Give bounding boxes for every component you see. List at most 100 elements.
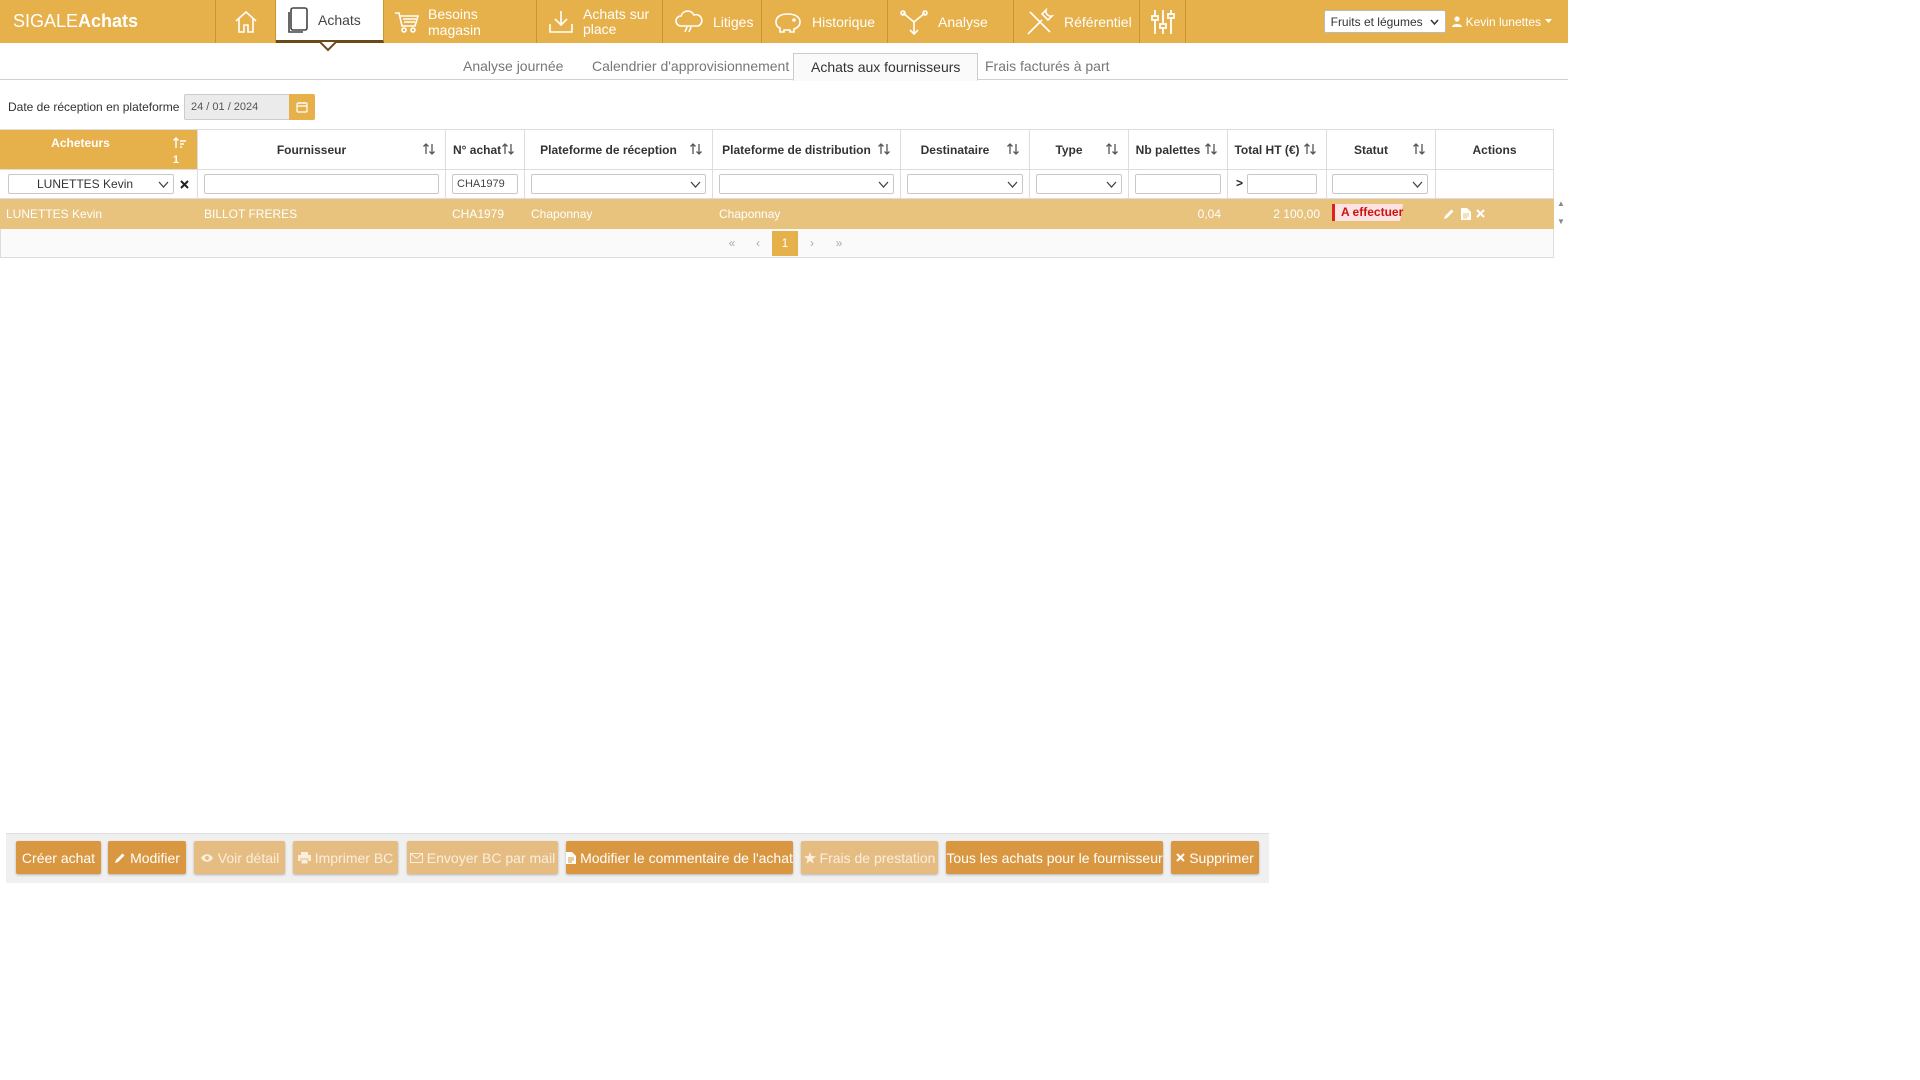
- sub-tabs: Analyse journée Calendrier d'approvision…: [0, 53, 1568, 81]
- filter-cell-statut: [1327, 170, 1436, 199]
- page-prev-button[interactable]: ‹: [745, 231, 771, 256]
- page-current-button[interactable]: 1: [772, 231, 798, 256]
- nav-litiges-label: Litiges: [713, 13, 754, 30]
- top-navigation: SIGALE Achats Achats Besoins magasin Acha…: [0, 0, 1568, 52]
- nav-achats-label: Achats: [318, 12, 361, 28]
- table-row[interactable]: LUNETTES Kevin BILLOT FRERES CHA1979 Cha…: [0, 199, 1554, 229]
- view-detail-label: Voir détail: [217, 849, 280, 866]
- nav-referentiel[interactable]: Référentiel: [1014, 0, 1140, 43]
- cell-purchase-no: CHA1979: [452, 207, 505, 221]
- page-first-button[interactable]: «: [719, 231, 745, 256]
- all-supplier-purchases-button[interactable]: Tous les achats pour le fournisseur: [946, 841, 1163, 874]
- header-numero-achat[interactable]: N° achat: [446, 129, 525, 170]
- header-plateforme-distribution[interactable]: Plateforme de distribution: [713, 129, 901, 170]
- delete-icon[interactable]: [1476, 209, 1485, 218]
- service-fees-label: Frais de prestation: [819, 849, 936, 866]
- app-brand[interactable]: SIGALE Achats: [0, 0, 216, 43]
- tab-achats-fournisseurs[interactable]: Achats aux fournisseurs: [793, 53, 979, 81]
- header-plateforme-distribution-label: Plateforme de distribution: [722, 143, 871, 157]
- clear-filter-icon[interactable]: [180, 180, 189, 189]
- nav-achats[interactable]: Achats: [276, 0, 384, 52]
- filter-cell-total-ht: >: [1228, 170, 1327, 199]
- filter-cell-destinataire: [901, 170, 1030, 199]
- tab-calendrier-approvisionnement[interactable]: Calendrier d'approvisionnement: [575, 53, 806, 80]
- header-fournisseur[interactable]: Fournisseur: [198, 129, 446, 170]
- nav-besoins-magasin[interactable]: Besoins magasin: [384, 0, 537, 43]
- cloud-storm-icon: [675, 9, 703, 32]
- scroll-down-icon[interactable]: ▼: [1554, 217, 1568, 227]
- page-last-button[interactable]: »: [826, 231, 852, 256]
- date-reception-input[interactable]: 24 / 01 / 2024: [184, 94, 289, 120]
- filter-total-operator[interactable]: >: [1236, 176, 1243, 190]
- sort-icon: [878, 143, 890, 155]
- nav-home[interactable]: [216, 0, 276, 43]
- sort-icon: [690, 143, 702, 155]
- filter-type-select[interactable]: [1036, 174, 1122, 194]
- analysis-arrows-icon: [900, 9, 928, 35]
- filter-purchase-no-input[interactable]: CHA1979: [452, 174, 518, 194]
- filter-cell-nb-palettes: [1129, 170, 1228, 199]
- nav-litiges[interactable]: Litiges: [663, 0, 762, 43]
- delete-button[interactable]: Supprimer: [1171, 841, 1259, 874]
- filter-distribution-select[interactable]: [719, 174, 894, 194]
- filter-supplier-input[interactable]: [204, 174, 439, 194]
- view-detail-button[interactable]: Voir détail: [194, 841, 285, 874]
- nav-historique[interactable]: Historique: [762, 0, 888, 43]
- header-destinataire[interactable]: Destinataire: [901, 129, 1030, 170]
- filter-total-input[interactable]: [1247, 174, 1317, 194]
- active-caret-icon: [320, 42, 336, 52]
- filter-recipient-select[interactable]: [907, 174, 1023, 194]
- document-icon[interactable]: [1461, 208, 1471, 220]
- sort-icon: [1413, 143, 1425, 155]
- create-purchase-button[interactable]: Créer achat: [16, 841, 101, 874]
- cell-distribution-platform: Chaponnay: [719, 207, 781, 221]
- sort-icon: [1304, 143, 1316, 155]
- header-nb-palettes[interactable]: Nb palettes: [1129, 129, 1228, 170]
- filter-cell-acheteurs: LUNETTES Kevin: [0, 170, 198, 199]
- date-picker-button[interactable]: [289, 94, 315, 120]
- nav-historique-label: Historique: [812, 13, 876, 30]
- header-type[interactable]: Type: [1030, 129, 1129, 170]
- header-destinataire-label: Destinataire: [920, 143, 990, 157]
- sort-icon: [1205, 143, 1217, 155]
- tab-frais-factures[interactable]: Frais facturés à part: [968, 53, 1127, 80]
- header-total-ht-label: Total HT (€): [1234, 143, 1300, 157]
- document-icon: [288, 7, 308, 33]
- filter-status-select[interactable]: [1332, 174, 1428, 194]
- service-fees-button[interactable]: Frais de prestation: [801, 841, 938, 874]
- row-scrollbar[interactable]: ▲ ▼: [1554, 199, 1568, 229]
- send-bc-mail-button[interactable]: Envoyer BC par mail: [407, 841, 558, 874]
- nav-settings[interactable]: [1140, 0, 1186, 43]
- tab-analyse-journee[interactable]: Analyse journée: [446, 53, 580, 80]
- header-actions: Actions: [1436, 129, 1554, 170]
- header-plateforme-reception[interactable]: Plateforme de réception: [525, 129, 713, 170]
- modify-button[interactable]: Modifier: [108, 841, 186, 874]
- chevron-down-icon: [878, 181, 889, 188]
- header-acheteurs[interactable]: Acheteurs 1: [0, 129, 198, 170]
- header-plateforme-reception-label: Plateforme de réception: [540, 143, 677, 157]
- nav-achats-sur-place[interactable]: Achats sur place: [537, 0, 663, 43]
- filter-pallets-input[interactable]: [1135, 174, 1221, 194]
- cart-icon: [395, 11, 420, 33]
- status-badge: A effectuer: [1332, 204, 1412, 221]
- chevron-down-icon: [690, 181, 701, 188]
- category-select[interactable]: Fruits et légumes: [1323, 10, 1446, 33]
- edit-comment-button[interactable]: Modifier le commentaire de l'achat: [566, 841, 793, 874]
- nav-achats-sur-place-label: Achats sur place: [583, 6, 649, 37]
- header-total-ht[interactable]: Total HT (€): [1228, 129, 1327, 170]
- edit-icon[interactable]: [1443, 208, 1455, 220]
- category-select-value: Fruits et légumes: [1330, 14, 1423, 29]
- user-menu[interactable]: Kevin lunettes: [1451, 15, 1552, 29]
- envelope-icon: [409, 852, 423, 863]
- cell-pallets: 0,04: [1197, 207, 1221, 221]
- cell-total: 2 100,00: [1273, 207, 1320, 221]
- filter-buyer-select[interactable]: LUNETTES Kevin: [8, 174, 174, 194]
- filter-reception-select[interactable]: [531, 174, 706, 194]
- header-statut[interactable]: Statut: [1327, 129, 1436, 170]
- header-type-label: Type: [1055, 143, 1083, 157]
- print-bc-button[interactable]: Imprimer BC: [293, 841, 398, 874]
- scroll-up-icon[interactable]: ▲: [1554, 199, 1568, 209]
- pagination: « ‹ 1 › »: [0, 229, 1554, 258]
- nav-analyse[interactable]: Analyse: [888, 0, 1014, 43]
- page-next-button[interactable]: ›: [799, 231, 825, 256]
